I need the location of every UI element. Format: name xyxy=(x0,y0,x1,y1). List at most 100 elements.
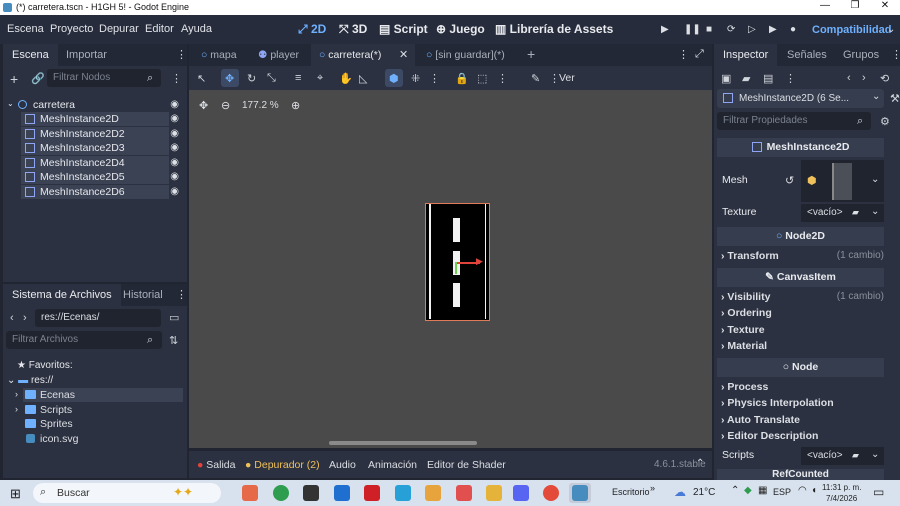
workspace-assetlib-button[interactable]: ▥ Librería de Assets xyxy=(495,22,613,36)
renderer-select[interactable]: Compatibilidad xyxy=(812,24,891,36)
object-selector[interactable]: MeshInstance2D (6 Se... ⌄ xyxy=(717,89,884,108)
tree-node-meshinstance2d6[interactable]: MeshInstance2D6 xyxy=(21,185,169,199)
kebab-menu-icon[interactable]: ⋮ xyxy=(891,48,900,61)
chevron-down-icon[interactable]: ⌄ xyxy=(887,24,895,35)
filter-properties-input[interactable]: Filtrar Propiedades xyxy=(717,112,871,130)
open-folder-icon[interactable]: ▰ xyxy=(742,72,750,85)
menu-depurar[interactable]: Depurar xyxy=(99,23,139,35)
movie-maker-icon[interactable]: ● xyxy=(790,24,796,35)
history-back-icon[interactable]: ‹ xyxy=(847,72,851,84)
tab-audio[interactable]: Audio xyxy=(329,459,356,471)
tab-senales[interactable]: Señales xyxy=(778,44,836,66)
property-options-icon[interactable]: ⚙ xyxy=(880,115,890,128)
close-button[interactable]: ✕ xyxy=(870,0,900,15)
ordering-group[interactable]: › Ordering xyxy=(717,305,884,321)
menu-escena[interactable]: Escena xyxy=(7,23,44,35)
app-chrome-icon[interactable] xyxy=(273,485,289,501)
path-field[interactable]: res://Ecenas/ xyxy=(35,309,161,327)
app-discord-icon[interactable] xyxy=(513,485,529,501)
menu-ayuda[interactable]: Ayuda xyxy=(181,23,212,35)
stop-button[interactable]: ■ xyxy=(706,24,712,35)
scale-tool-icon[interactable]: ⤡ xyxy=(267,72,276,85)
menu-proyecto[interactable]: Proyecto xyxy=(50,23,93,35)
maximize-button[interactable]: ❐ xyxy=(840,0,870,15)
kebab-menu-icon[interactable]: ⋮ xyxy=(176,48,187,61)
folder-sprites[interactable]: Sprites xyxy=(23,417,183,431)
kebab-menu-icon[interactable]: ⋮ xyxy=(497,72,508,85)
chevron-up-icon[interactable]: » xyxy=(650,483,655,493)
expand-panel-icon[interactable]: ⌃ xyxy=(696,458,704,469)
save-icon[interactable]: ▤ xyxy=(763,72,773,85)
app-netflix-icon[interactable] xyxy=(364,485,380,501)
scene-tab-mapa[interactable]: ○ mapa xyxy=(201,49,237,61)
distraction-free-icon[interactable]: ⤢ xyxy=(695,48,704,61)
tree-node-meshinstance2d4[interactable]: MeshInstance2D4 xyxy=(21,156,169,170)
app-pencil-icon[interactable] xyxy=(425,485,441,501)
clock-time[interactable]: 11:31 p. m. xyxy=(822,483,861,492)
add-node-icon[interactable]: + xyxy=(10,71,18,87)
play-button[interactable]: ▶ xyxy=(661,24,669,35)
tab-escena[interactable]: Escena xyxy=(3,44,58,66)
toggle-split-icon[interactable]: ▭ xyxy=(169,311,179,324)
transform-group[interactable]: › Transform (1 cambio) xyxy=(717,248,884,264)
windows-start-icon[interactable]: ⊞ xyxy=(10,486,21,502)
group-icon[interactable]: ⬚ xyxy=(477,72,487,85)
visibility-eye-icon[interactable]: ◉ xyxy=(170,171,179,182)
physics-interpolation-group[interactable]: › Physics Interpolation xyxy=(717,395,884,411)
select-tool-icon[interactable]: ↖ xyxy=(197,72,206,85)
road-mesh[interactable]: ▶ xyxy=(425,203,490,321)
visibility-eye-icon[interactable]: ◉ xyxy=(170,186,179,197)
kebab-menu-icon[interactable]: ⋮ xyxy=(176,288,187,301)
center-view-icon[interactable]: ✥ xyxy=(199,99,208,112)
visibility-eye-icon[interactable]: ◉ xyxy=(170,99,179,110)
back-arrow-icon[interactable]: ‹ xyxy=(10,312,14,324)
link-icon[interactable]: 🔗 xyxy=(31,72,45,85)
tab-grupos[interactable]: Grupos xyxy=(834,44,888,66)
sort-icon[interactable]: ⇅ xyxy=(169,334,178,347)
tree-node-meshinstance2d3[interactable]: MeshInstance2D3 xyxy=(21,141,169,155)
app-bluesky-icon[interactable] xyxy=(395,485,411,501)
tree-root-carretera[interactable]: ⌄ carretera ◉ xyxy=(3,98,187,112)
gizmo-y-axis[interactable] xyxy=(455,262,457,274)
tab-historial[interactable]: Historial xyxy=(114,284,172,306)
app-outlook-icon[interactable] xyxy=(334,485,350,501)
kebab-menu-icon[interactable]: ⋮ xyxy=(678,48,689,61)
tree-node-meshinstance2d[interactable]: MeshInstance2D xyxy=(21,112,169,126)
visibility-group[interactable]: › Visibility (1 cambio) xyxy=(717,289,884,305)
texture-resource-picker[interactable]: <vacío> ▰ ⌄ xyxy=(801,204,884,222)
taskbar-search[interactable]: ⌕ Buscar ✦✦ xyxy=(33,483,221,503)
tab-importar[interactable]: Importar xyxy=(57,44,116,66)
play-scene-icon[interactable]: ▷ xyxy=(748,24,756,35)
app-copilot-icon[interactable] xyxy=(242,485,258,501)
horizontal-scrollbar[interactable] xyxy=(329,441,477,445)
zoom-in-icon[interactable]: ⊕ xyxy=(291,99,300,112)
bone-icon[interactable]: ✎ xyxy=(531,72,540,85)
editor-description-group[interactable]: › Editor Description xyxy=(717,428,884,444)
add-tab-icon[interactable]: + xyxy=(527,46,535,62)
filter-nodes-input[interactable]: Filtrar Nodos xyxy=(47,69,161,87)
expand-arrow-icon[interactable]: › xyxy=(15,404,18,414)
kebab-menu-icon[interactable]: ⋮ xyxy=(429,72,440,85)
tab-shader-editor[interactable]: Editor de Shader xyxy=(427,459,506,471)
tree-node-meshinstance2d5[interactable]: MeshInstance2D5 xyxy=(21,170,169,184)
notification-icon[interactable]: ▭ xyxy=(873,485,884,499)
app-hp-icon[interactable] xyxy=(303,485,319,501)
volume-icon[interactable]: ◖ xyxy=(811,485,817,496)
visibility-eye-icon[interactable]: ◉ xyxy=(170,142,179,153)
visibility-eye-icon[interactable]: ◉ xyxy=(170,157,179,168)
zoom-level[interactable]: 177.2 % xyxy=(242,100,279,111)
view-menu-button[interactable]: Ver xyxy=(559,72,575,84)
file-icon-svg[interactable]: icon.svg xyxy=(23,432,183,446)
kebab-menu-icon[interactable]: ⋮ xyxy=(785,72,796,85)
expand-arrow-icon[interactable]: ⌄ xyxy=(7,99,14,108)
tools-icon[interactable]: ⚒ xyxy=(890,92,900,105)
favorites-item[interactable]: ★ Favoritos: xyxy=(17,360,73,371)
app-files-icon[interactable] xyxy=(486,485,502,501)
forward-arrow-icon[interactable]: › xyxy=(23,312,27,324)
clock-date[interactable]: 7/4/2026 xyxy=(826,494,857,503)
canvas-viewport[interactable]: ✥ ⊖ 177.2 % ⊕ ▶ xyxy=(189,90,712,448)
folder-ecenas[interactable]: › Ecenas xyxy=(15,388,183,402)
tree-node-meshinstance2d2[interactable]: MeshInstance2D2 xyxy=(21,127,169,141)
expand-arrow-icon[interactable]: › xyxy=(15,389,18,399)
tray-network-icon[interactable]: ▦ xyxy=(758,485,767,496)
